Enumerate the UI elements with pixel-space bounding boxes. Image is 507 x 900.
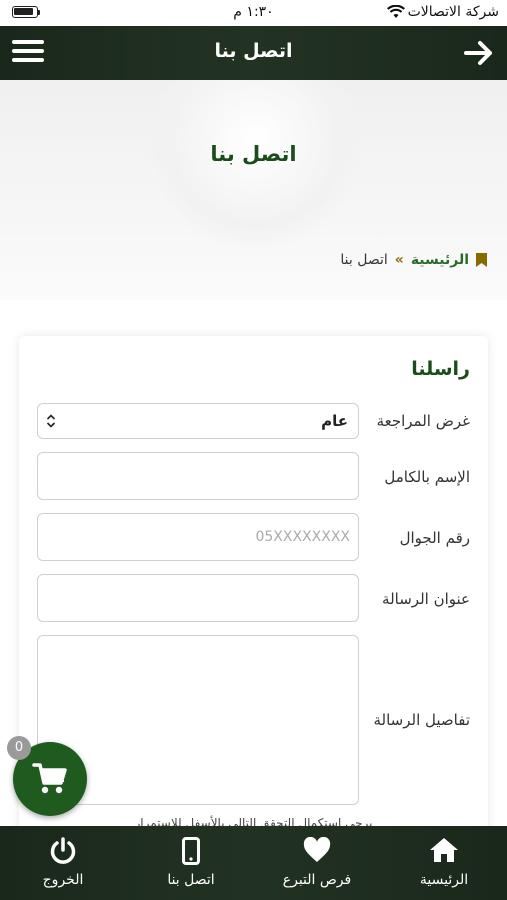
form-title: راسلنا: [411, 358, 470, 380]
home-icon: [430, 838, 458, 862]
subject-label: عنوان الرسالة: [382, 590, 470, 608]
contact-form-card: راسلنا غرض المراجعة عام الإسم بالكامل رق…: [19, 336, 488, 836]
app-header: اتصل بنا: [0, 26, 507, 80]
nav-label-home: الرئيسية: [419, 872, 469, 888]
mobile-input[interactable]: [38, 514, 358, 560]
select-arrows-icon: [46, 414, 56, 428]
page-title: اتصل بنا: [210, 142, 297, 166]
breadcrumb-home-link[interactable]: الرئيسية: [411, 252, 469, 268]
breadcrumb-current: اتصل بنا: [340, 252, 388, 268]
carrier-name: شركة الاتصالات: [407, 4, 499, 20]
subject-input[interactable]: [38, 575, 358, 621]
nav-label-contact: اتصل بنا: [167, 872, 215, 888]
nav-item-home[interactable]: الرئيسية: [381, 826, 507, 900]
arrow-right-icon[interactable]: [463, 38, 495, 68]
nav-label-donations: فرص التبرع: [282, 872, 352, 888]
hero-banner: اتصل بنا الرئيسية » اتصل بنا: [0, 80, 507, 300]
cart-count-badge: 0: [7, 736, 31, 760]
heart-icon: [303, 837, 331, 862]
details-label: تفاصيل الرسالة: [373, 711, 471, 729]
nav-item-contact[interactable]: اتصل بنا: [128, 826, 254, 900]
cart-icon: [32, 763, 67, 794]
mobile-label: رقم الجوال: [399, 529, 470, 547]
mobile-phone-icon: [182, 837, 200, 865]
breadcrumb-separator: »: [394, 252, 404, 268]
nav-item-logout[interactable]: الخروج: [0, 826, 126, 900]
header-title: اتصل بنا: [214, 40, 293, 62]
breadcrumb: الرئيسية » اتصل بنا: [340, 252, 487, 268]
bookmark-icon: [476, 253, 487, 267]
wifi-icon: [387, 5, 405, 18]
purpose-label: غرض المراجعة: [376, 412, 470, 430]
full-name-label: الإسم بالكامل: [384, 468, 470, 486]
full-name-input[interactable]: [38, 453, 358, 499]
full-name-field[interactable]: [37, 452, 359, 500]
bottom-nav: الرئيسية فرص التبرع اتصل بنا الخروج: [0, 826, 507, 900]
purpose-select[interactable]: عام: [37, 403, 359, 439]
purpose-select-value: عام: [321, 412, 348, 430]
nav-item-donations[interactable]: فرص التبرع: [254, 826, 380, 900]
subject-field[interactable]: [37, 574, 359, 622]
mobile-field[interactable]: [37, 513, 359, 561]
status-bar: ١:٣٠ م شركة الاتصالات: [0, 0, 507, 26]
nav-label-logout: الخروج: [42, 872, 84, 888]
power-icon: [50, 837, 76, 864]
